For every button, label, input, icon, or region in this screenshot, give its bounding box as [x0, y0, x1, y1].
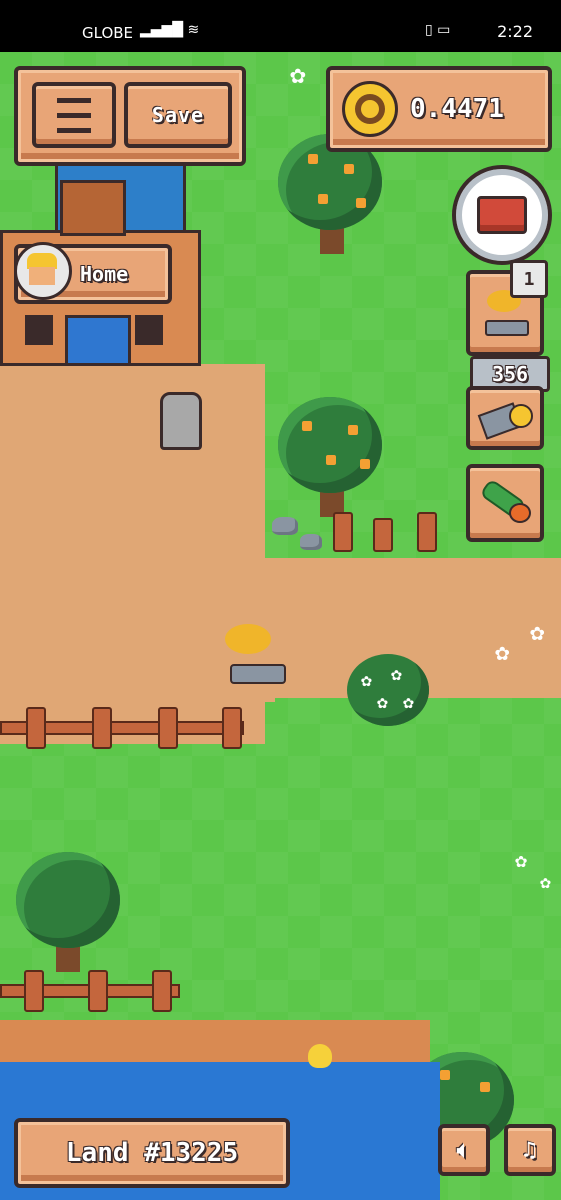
rock: [272, 517, 298, 535]
signal-wifi-icon: ▂▄▆█ ≋: [140, 22, 200, 38]
crop-button[interactable]: [466, 464, 544, 542]
toolbox-icon: [477, 196, 527, 234]
save-label: Save: [151, 103, 205, 127]
farmer-character[interactable]: [160, 392, 202, 450]
land-label: Land #13225: [65, 1138, 239, 1168]
white-flower: ✿: [540, 872, 551, 893]
home-label: Home: [80, 262, 129, 286]
fence-middle: [0, 707, 245, 749]
home-panel[interactable]: Home: [14, 242, 172, 304]
cucumber-icon: [479, 478, 531, 523]
game-world[interactable]: ✿ ✿ ✿ ✿ ✿ ✿ ✿ ✿ ✿ Save 0.4471 Home 1 356…: [0, 52, 561, 1200]
sound-button[interactable]: 🔈︎: [438, 1124, 490, 1176]
bonsai-plant[interactable]: [225, 624, 286, 684]
save-button[interactable]: Save: [124, 82, 232, 148]
rock: [300, 534, 322, 550]
toolbox-button[interactable]: [452, 165, 552, 265]
white-flower: ✿: [515, 848, 528, 872]
sound-icon: 🔈︎: [456, 1137, 472, 1163]
status-bar: GLOBE ▂▄▆█ ≋ ▯ ▭ 2:22: [0, 0, 561, 52]
clock: 2:22: [497, 22, 533, 41]
menu-button[interactable]: [32, 82, 116, 148]
fence-upper: [333, 512, 443, 552]
white-flower: ✿: [495, 638, 510, 666]
flower-bush[interactable]: ✿ ✿ ✿ ✿: [347, 654, 429, 726]
battery-vibrate-icon: ▯ ▭: [425, 22, 451, 38]
green-tree-bottom-left[interactable]: [16, 852, 122, 982]
farmer-avatar-icon: [14, 242, 72, 300]
dirt-path-bottom: [0, 692, 275, 702]
white-flower: ✿: [290, 60, 306, 90]
balance-panel: 0.4471: [326, 66, 552, 152]
orange-tree-top[interactable]: [278, 134, 384, 264]
balance-value: 0.4471: [410, 94, 504, 124]
carrier-name: GLOBE: [82, 24, 134, 42]
duck[interactable]: [308, 1044, 332, 1068]
orange-tree-middle[interactable]: [278, 397, 384, 527]
sunflower-coin-icon: [342, 81, 398, 137]
seed-bag-icon: [477, 400, 533, 440]
land-panel: Land #13225: [14, 1118, 290, 1188]
music-button[interactable]: ♫: [504, 1124, 556, 1176]
inventory-badge: 1: [510, 260, 548, 298]
fence-lower: [0, 970, 180, 1012]
white-flower: ✿: [530, 618, 545, 646]
sunflower-seed-button[interactable]: [466, 386, 544, 450]
music-icon: ♫: [522, 1137, 538, 1163]
menu-icon: [57, 97, 91, 103]
